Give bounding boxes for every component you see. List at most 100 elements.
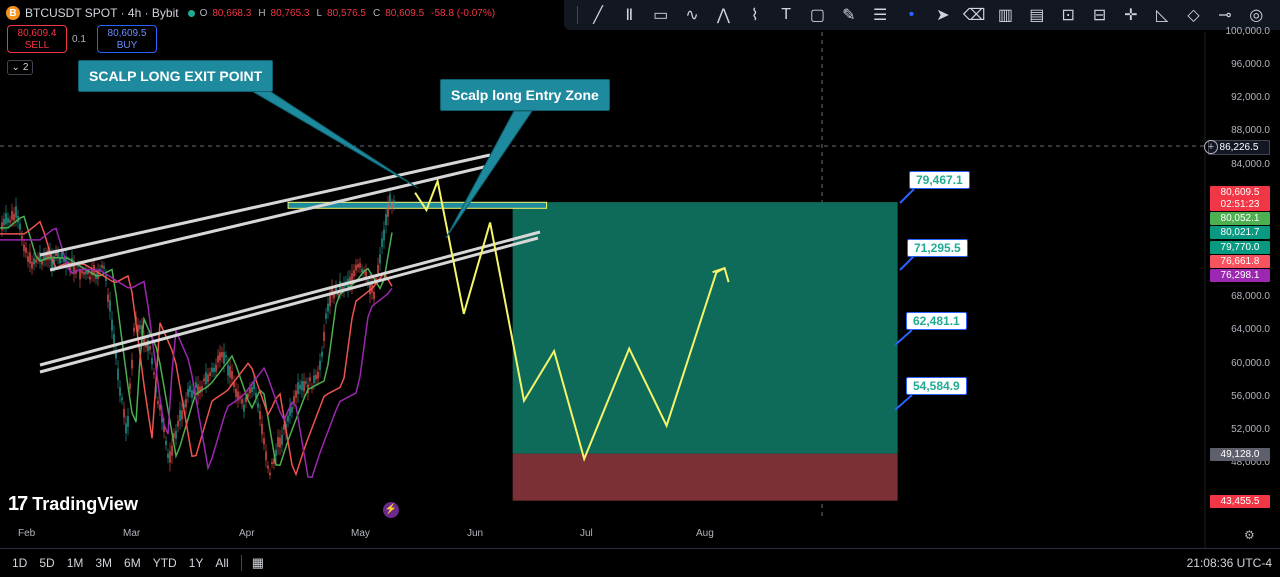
target-label-4[interactable]: 54,584.9	[906, 377, 967, 395]
trend-line-icon[interactable]: ╱	[587, 4, 609, 26]
drawing-toolbar: ╱ Ⅱ ▭ ∿ ⋀ ⌇ T ▢ ✎ ☰ • ➤ ⌫ ▥ ▤ ⊡ ⊟ ✛ ◺ ◇ ⊸ ◎	[564, 0, 1280, 30]
time-tick-label: Feb	[18, 528, 36, 539]
candle-body	[249, 388, 251, 394]
price-tag: 76,298.1	[1210, 269, 1270, 282]
fixed-range-icon[interactable]: ▤	[1026, 4, 1048, 26]
crosshair-icon[interactable]: ✛	[1120, 4, 1142, 26]
range-3m[interactable]: 3M	[95, 556, 112, 570]
ruler-icon[interactable]: ⊟	[1089, 4, 1111, 26]
callout-icon[interactable]: ▢	[806, 4, 828, 26]
candle-body	[215, 364, 217, 372]
candle-body	[103, 266, 105, 269]
candle-body	[225, 355, 227, 358]
target-label-2[interactable]: 71,295.5	[907, 239, 968, 257]
candle-body	[323, 331, 325, 341]
eye-icon[interactable]: ◎	[1245, 4, 1267, 26]
candle-body	[383, 229, 385, 241]
time-tick-label: Aug	[696, 528, 714, 539]
zigzag-pattern-icon[interactable]: ∿	[681, 4, 703, 26]
channel-line	[49, 164, 489, 272]
candle-body	[279, 437, 281, 448]
candle-body	[227, 365, 229, 376]
candle-body	[33, 258, 35, 265]
candle-body	[25, 247, 27, 253]
settings-gear-icon[interactable]: ⚙	[1244, 528, 1255, 542]
candle-body	[321, 351, 323, 357]
ohlc-low-value: 80,576.5	[327, 7, 366, 19]
brush-icon[interactable]: ✎	[838, 4, 860, 26]
head-shoulders-icon[interactable]: ⌇	[744, 4, 766, 26]
indicators-toggle-button[interactable]: ⌄ 2	[7, 60, 33, 75]
elliott-wave-icon[interactable]: ⋀	[712, 4, 734, 26]
lightning-icon[interactable]: ⚡	[383, 502, 399, 518]
calendar-icon[interactable]: ▦	[252, 555, 264, 571]
note-icon[interactable]: ⊡	[1057, 4, 1079, 26]
candle-body	[261, 423, 263, 435]
rectangle-icon[interactable]: ▭	[650, 4, 672, 26]
magnet-icon[interactable]: ◇	[1183, 4, 1205, 26]
range-1d[interactable]: 1D	[12, 556, 27, 570]
range-ytd[interactable]: YTD	[153, 556, 177, 570]
candle-body	[313, 375, 315, 384]
sell-button[interactable]: 80,609.4 SELL	[7, 25, 67, 53]
price-tick-label: 88,000.0	[1231, 125, 1270, 137]
sell-price: 80,609.4	[17, 28, 57, 39]
channel-line	[39, 230, 541, 367]
range-5d[interactable]: 5D	[39, 556, 54, 570]
volume-profile-icon[interactable]: ▥	[994, 4, 1016, 26]
time-tick-label: Mar	[123, 528, 141, 539]
bitcoin-icon: B	[6, 6, 20, 20]
range-6m[interactable]: 6M	[124, 556, 141, 570]
candle-body	[15, 206, 17, 218]
candle-body	[173, 433, 175, 438]
price-tag: 79,770.0	[1210, 241, 1270, 254]
candle-body	[393, 200, 395, 206]
candle-body	[319, 360, 321, 370]
range-1m[interactable]: 1M	[67, 556, 84, 570]
candle-body	[377, 264, 379, 274]
entry-zone-callout[interactable]: Scalp long Entry Zone	[440, 79, 610, 111]
target-pointer	[899, 255, 915, 271]
candle-body	[129, 383, 131, 390]
candle-body	[133, 327, 135, 332]
price-tag: 02:51:23	[1210, 198, 1270, 211]
add-alert-icon[interactable]: +	[1204, 140, 1218, 154]
dot-icon[interactable]: •	[900, 4, 922, 26]
candle-body	[305, 381, 307, 384]
candle-body	[3, 218, 5, 226]
symbol-title[interactable]: BTCUSDT SPOT · 4h · Bybit	[25, 6, 179, 20]
ohlc-open-value: 80,668.3	[212, 7, 252, 19]
eraser-icon[interactable]: ⌫	[963, 4, 986, 26]
range-1y[interactable]: 1Y	[189, 556, 204, 570]
candle-body	[257, 403, 259, 408]
range-all[interactable]: All	[215, 556, 228, 570]
ohlc-high-label: H	[258, 7, 266, 19]
candle-body	[267, 465, 269, 469]
target-label-1[interactable]: 79,467.1	[909, 171, 970, 189]
candle-body	[387, 205, 389, 217]
price-tick-label: 60,000.0	[1231, 357, 1270, 369]
measure-icon[interactable]: ◺	[1151, 4, 1173, 26]
exit-point-callout[interactable]: SCALP LONG EXIT POINT	[78, 60, 274, 92]
ma-fast-line	[0, 215, 393, 466]
candle-body	[293, 396, 295, 403]
candle-body	[205, 372, 207, 385]
buy-button[interactable]: 80,609.5 BUY	[97, 25, 157, 53]
time-tick-label: Jul	[580, 528, 593, 539]
symbol-info[interactable]: B BTCUSDT SPOT · 4h · Bybit O 80,668.3 H8…	[6, 4, 497, 22]
candle-body	[251, 386, 253, 392]
arrow-cursor-icon[interactable]: ➤	[932, 4, 954, 26]
long-position-icon[interactable]: ☰	[869, 4, 891, 26]
candle-body	[167, 453, 169, 459]
candle-body	[19, 223, 21, 230]
fib-retracement-icon[interactable]: Ⅱ	[618, 4, 640, 26]
candle-body	[325, 313, 327, 319]
candle-body	[81, 270, 83, 274]
candle-body	[7, 218, 9, 223]
candle-body	[59, 258, 61, 264]
text-icon[interactable]: T	[775, 4, 797, 26]
target-label-3[interactable]: 62,481.1	[906, 312, 967, 330]
horizontal-line-icon[interactable]: ⊸	[1214, 4, 1236, 26]
clock[interactable]: 21:08:36 UTC-4	[1187, 556, 1272, 570]
buy-label: BUY	[116, 40, 138, 51]
